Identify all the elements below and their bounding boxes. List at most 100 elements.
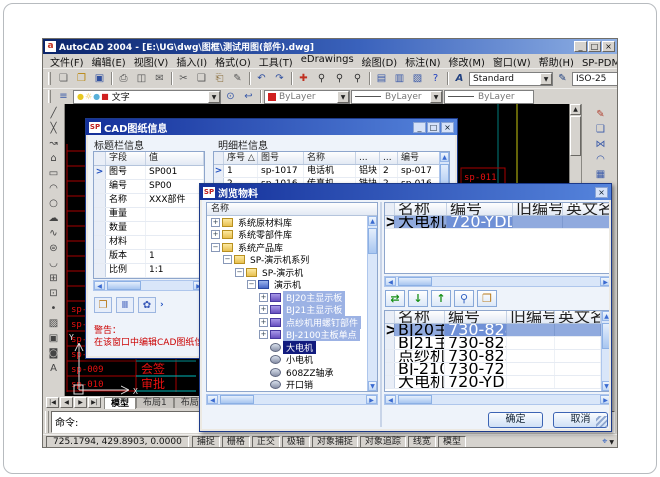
column-header[interactable]: 图号 bbox=[258, 152, 304, 164]
tree-item[interactable]: +系统原材料库 bbox=[207, 216, 367, 229]
collapse-icon[interactable]: − bbox=[223, 255, 232, 264]
mirror-icon[interactable]: ⋈ bbox=[592, 137, 610, 152]
tree-item[interactable]: +系统零部件库 bbox=[207, 229, 367, 242]
cut-icon[interactable]: ✂ bbox=[175, 71, 192, 86]
zoom-window-icon[interactable]: ⚲ bbox=[331, 71, 348, 86]
tree-item[interactable]: 开口销 bbox=[207, 379, 367, 392]
collapse-icon[interactable]: − bbox=[235, 268, 244, 277]
scrollbar-thumb[interactable] bbox=[398, 277, 432, 286]
tab-first-icon[interactable]: |◀ bbox=[46, 397, 59, 408]
revcloud-icon[interactable]: ☁ bbox=[45, 211, 63, 226]
new-file-icon[interactable]: ❏ bbox=[55, 71, 72, 86]
columns-icon[interactable]: Ⅲ bbox=[116, 297, 134, 313]
column-header[interactable]: 字段 bbox=[106, 152, 146, 165]
properties-icon[interactable]: ▤ bbox=[373, 71, 390, 86]
scroll-up-icon[interactable]: ▲ bbox=[368, 216, 377, 226]
scrollbar-thumb[interactable] bbox=[602, 323, 609, 349]
polyline-icon[interactable]: ↝ bbox=[45, 136, 63, 151]
menu-item[interactable]: 帮助(H) bbox=[535, 54, 578, 69]
field-row[interactable]: 版本1 bbox=[94, 250, 204, 264]
polygon-icon[interactable]: ⌂ bbox=[45, 151, 63, 166]
publish-icon[interactable]: ✉ bbox=[151, 71, 168, 86]
expand-icon[interactable]: + bbox=[259, 318, 268, 327]
open-folder-icon[interactable]: ❐ bbox=[94, 297, 112, 313]
circle-icon[interactable]: ○ bbox=[45, 196, 63, 211]
column-header[interactable]: 序号 △ bbox=[224, 152, 258, 164]
detail-row[interactable]: >1sp-1017电话机铝块2sp-017 bbox=[214, 165, 439, 178]
column-header[interactable]: 值 bbox=[146, 152, 204, 165]
expand-icon[interactable]: + bbox=[211, 230, 220, 239]
make-block-icon[interactable]: ⊡ bbox=[45, 286, 63, 301]
toolbar-grip[interactable] bbox=[48, 90, 51, 103]
toolbar-grip[interactable] bbox=[48, 72, 51, 85]
menu-item[interactable]: eDrawings bbox=[297, 54, 358, 69]
scroll-left-icon[interactable]: ◀ bbox=[385, 277, 396, 286]
offset-icon[interactable]: ◠ bbox=[592, 152, 610, 167]
open-file-icon[interactable]: ❐ bbox=[73, 71, 90, 86]
tab-prev-icon[interactable]: ◀ bbox=[60, 397, 73, 408]
expand-icon[interactable]: + bbox=[259, 305, 268, 314]
status-toggle[interactable]: 捕捉 bbox=[192, 436, 220, 448]
layer-previous-icon[interactable]: ↩ bbox=[240, 89, 257, 104]
array-icon[interactable]: ▦ bbox=[592, 167, 610, 182]
scroll-down-icon[interactable]: ▼ bbox=[368, 381, 377, 391]
hatch-icon[interactable]: ▨ bbox=[45, 316, 63, 331]
spline-icon[interactable]: ∿ bbox=[45, 226, 63, 241]
title-bar[interactable]: a AutoCAD 2004 - [E:\UG\dwg\图框\测试用图(部件).… bbox=[43, 39, 617, 54]
scroll-right-icon[interactable]: ▶ bbox=[600, 395, 609, 404]
dialog-close-button[interactable]: × bbox=[441, 122, 454, 133]
dropdown-arrow-icon[interactable]: ▼ bbox=[430, 91, 442, 103]
tab-next-icon[interactable]: ▶ bbox=[74, 397, 87, 408]
column-header[interactable]: ... bbox=[380, 152, 398, 164]
tree-header[interactable]: 名称 bbox=[207, 203, 377, 216]
comm-center-icon[interactable]: ⌖ bbox=[602, 437, 607, 447]
column-header[interactable]: 英文名称 bbox=[563, 203, 609, 215]
make-layer-current-icon[interactable]: ⊙ bbox=[222, 89, 239, 104]
horizontal-scrollbar[interactable]: ◀ ▶ bbox=[93, 280, 205, 291]
zoom-previous-icon[interactable]: ⚲ bbox=[349, 71, 366, 86]
menu-item[interactable]: 格式(O) bbox=[211, 54, 255, 69]
arc-icon[interactable]: ◠ bbox=[45, 181, 63, 196]
tree-item[interactable]: −演示机 bbox=[207, 279, 367, 292]
matchprop-icon[interactable]: ✎ bbox=[229, 71, 246, 86]
tree-item[interactable]: +点纱机用螺钉部件 bbox=[207, 316, 367, 329]
expand-icon[interactable]: + bbox=[259, 330, 268, 339]
tree-item[interactable]: +BJ21主显示板 bbox=[207, 304, 367, 317]
column-header[interactable]: 名称 bbox=[395, 203, 447, 215]
status-toggle[interactable]: 模型 bbox=[438, 436, 466, 448]
report-icon[interactable]: ❐ bbox=[477, 290, 497, 307]
status-toggle[interactable]: 对象捕捉 bbox=[312, 436, 358, 448]
rectangle-icon[interactable]: ▭ bbox=[45, 166, 63, 181]
tab-last-icon[interactable]: ▶| bbox=[88, 397, 101, 408]
menu-item[interactable]: 文件(F) bbox=[46, 54, 88, 69]
insert-block-icon[interactable]: ⊞ bbox=[45, 271, 63, 286]
column-header[interactable]: ... bbox=[356, 152, 380, 164]
designcenter-icon[interactable]: ▥ bbox=[391, 71, 408, 86]
help-icon[interactable]: ? bbox=[427, 71, 444, 86]
dropdown-arrow-icon[interactable]: ▼ bbox=[208, 91, 220, 103]
redo-icon[interactable]: ↷ bbox=[271, 71, 288, 86]
material-row[interactable]: BJ21主显...730-8233... bbox=[385, 337, 601, 350]
column-header[interactable]: 旧编号 bbox=[513, 203, 563, 215]
field-row[interactable]: 材料 bbox=[94, 236, 204, 250]
material-row[interactable]: BJ-2100主...730-7210... bbox=[385, 363, 601, 376]
plot-icon[interactable]: ⎙ bbox=[115, 71, 132, 86]
lineweight-combo[interactable]: ByLayer bbox=[444, 90, 534, 104]
scroll-up-icon[interactable]: ▲ bbox=[570, 104, 581, 115]
layer-combo[interactable]: ●☼●■ 文字 ▼ bbox=[73, 90, 221, 104]
dim-style-combo[interactable]: ISO-25 ▼ bbox=[572, 72, 618, 86]
color-combo[interactable]: ByLayer ▼ bbox=[264, 90, 350, 104]
scrollbar-thumb[interactable] bbox=[220, 395, 254, 404]
column-header[interactable]: 编号 bbox=[447, 203, 513, 215]
scrollbar-thumb[interactable] bbox=[368, 228, 377, 254]
erase-icon[interactable]: ✎ bbox=[592, 107, 610, 122]
image-icon[interactable]: ◙ bbox=[45, 346, 63, 361]
download-icon[interactable]: ↓ bbox=[408, 290, 428, 307]
linetype-combo[interactable]: ByLayer ▼ bbox=[351, 90, 443, 104]
material-row[interactable]: 点纱机用...730-8233... bbox=[385, 350, 601, 363]
tree-item[interactable]: −系统产品库 bbox=[207, 241, 367, 254]
upload-icon[interactable]: ↑ bbox=[431, 290, 451, 307]
scroll-left-icon[interactable]: ◀ bbox=[94, 281, 105, 290]
scrollbar-thumb[interactable] bbox=[570, 116, 581, 156]
ellipse-arc-icon[interactable]: ◡ bbox=[45, 256, 63, 271]
